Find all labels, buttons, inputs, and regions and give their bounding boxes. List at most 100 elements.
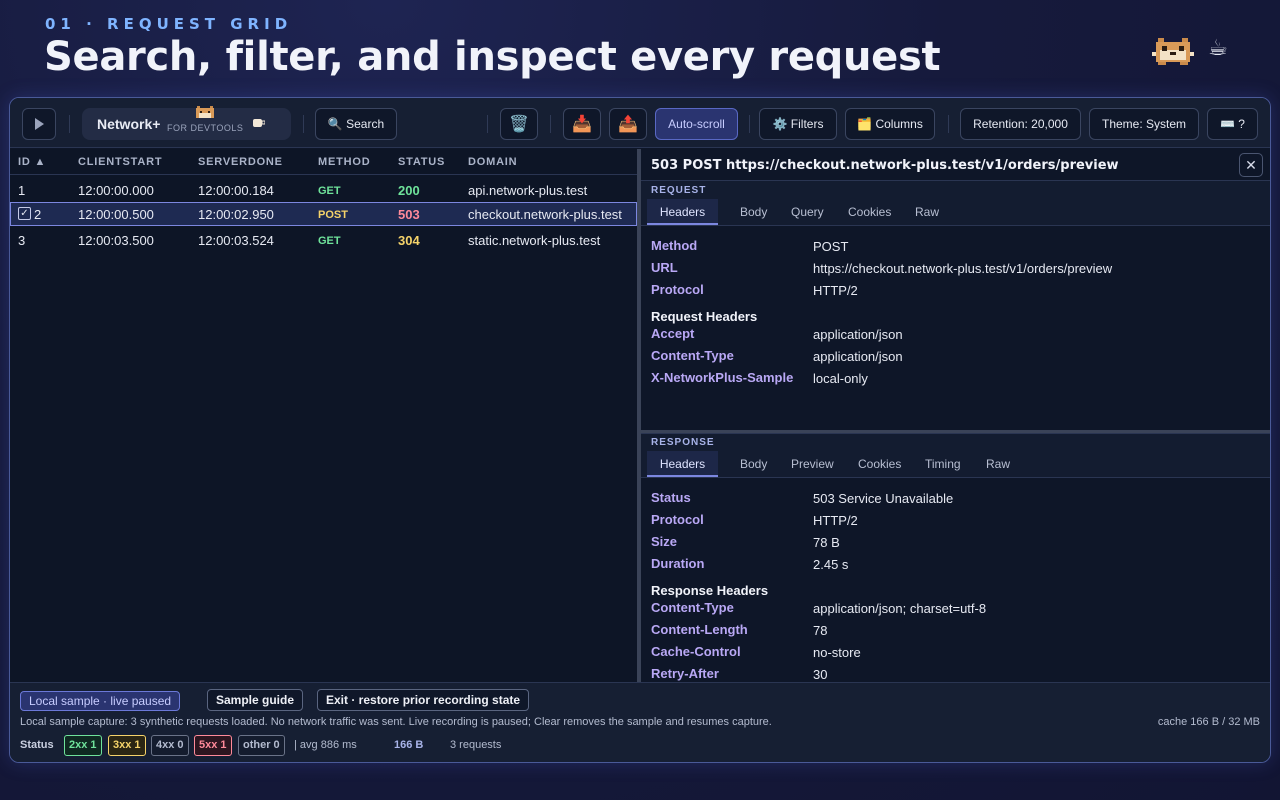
header-value: 30 — [813, 667, 828, 682]
cell-status: 503 — [398, 207, 420, 222]
cat-mascot-icon — [1152, 38, 1194, 65]
status-label: Status — [20, 739, 54, 751]
brand-name: Network+ — [97, 116, 161, 132]
retention-button[interactable]: Retention: 20,000 — [960, 108, 1081, 140]
request-count: 3 requests — [450, 739, 502, 751]
column-header-clientstart[interactable]: CLIENTSTART — [78, 156, 162, 168]
grid-header: ID ▲ CLIENTSTART SERVERDONE METHOD STATU… — [10, 149, 637, 175]
column-header-method[interactable]: METHOD — [318, 156, 370, 168]
header-key: X-NetworkPlus-Sample — [651, 370, 794, 385]
tab-response-timing[interactable]: Timing — [925, 451, 961, 477]
cell-status: 200 — [398, 183, 420, 198]
field-key: Size — [651, 534, 678, 549]
tab-request-raw[interactable]: Raw — [915, 199, 939, 225]
tab-request-headers[interactable]: Headers — [647, 199, 718, 225]
cell-serverdone: 12:00:00.184 — [198, 183, 274, 198]
field-value: HTTP/2 — [813, 513, 858, 528]
cup-icon — [253, 119, 265, 127]
detail-panel: 503 POST https://checkout.network-plus.t… — [641, 149, 1270, 682]
export-button[interactable]: 📤 — [609, 108, 647, 140]
table-row[interactable]: 1 12:00:00.000 12:00:00.184 GET 200 api.… — [10, 178, 637, 202]
status-chip-5xx[interactable]: 5xx 1 — [194, 735, 232, 756]
field-value: 503 Service Unavailable — [813, 491, 954, 506]
status-chip-2xx[interactable]: 2xx 1 — [64, 735, 102, 756]
cell-clientstart: 12:00:03.500 — [78, 233, 154, 248]
status-chip-3xx[interactable]: 3xx 1 — [108, 735, 146, 756]
toolbar-divider — [948, 115, 949, 133]
search-button[interactable]: 🔍 Search — [315, 108, 397, 140]
tab-request-body[interactable]: Body — [740, 199, 767, 225]
header-key: Content-Length — [651, 622, 748, 637]
cell-domain: static.network-plus.test — [468, 233, 601, 248]
theme-button[interactable]: Theme: System — [1089, 108, 1199, 140]
cell-serverdone: 12:00:03.524 — [198, 233, 274, 248]
status-footer: Local sample · live paused Sample guide … — [10, 682, 1270, 762]
header-value: application/json; charset=utf-8 — [813, 601, 987, 616]
hero-title: Search, filter, and inspect every reques… — [44, 34, 941, 80]
cell-clientstart: 12:00:00.000 — [78, 183, 154, 198]
cell-method: GET — [318, 235, 341, 247]
cell-id: 1 — [18, 183, 26, 198]
app-window: Network+ FOR DEVTOOLS 🔍 Search 🗑️ 📥 📤 Au… — [9, 97, 1271, 763]
response-label: RESPONSE — [651, 437, 715, 448]
column-header-serverdone[interactable]: SERVERDONE — [198, 156, 283, 168]
header-value: application/json — [813, 349, 903, 364]
header-value: no-store — [813, 645, 861, 660]
header-value: 78 — [813, 623, 828, 638]
filters-button[interactable]: ⚙️ Filters — [759, 108, 837, 140]
tab-response-headers[interactable]: Headers — [647, 451, 718, 477]
autoscroll-toggle[interactable]: Auto-scroll — [655, 108, 738, 140]
column-header-id[interactable]: ID ▲ — [18, 156, 46, 168]
close-button[interactable]: ✕ — [1239, 153, 1263, 177]
play-icon — [35, 118, 44, 130]
status-chip-other[interactable]: other 0 — [238, 735, 285, 756]
import-button[interactable]: 📥 — [563, 108, 601, 140]
table-row[interactable]: 3 12:00:03.500 12:00:03.524 GET 304 stat… — [10, 228, 637, 252]
field-value: HTTP/2 — [813, 283, 858, 298]
cell-id: 2 — [34, 207, 42, 222]
field-key: Protocol — [651, 282, 704, 297]
cell-method: GET — [318, 185, 341, 197]
field-key: Status — [651, 490, 691, 505]
column-header-status[interactable]: STATUS — [398, 156, 445, 168]
toolbar-divider — [487, 115, 488, 133]
detail-title: 503 POST https://checkout.network-plus.t… — [651, 158, 1119, 173]
field-key: Method — [651, 238, 698, 253]
field-value: 78 B — [813, 535, 840, 550]
tab-response-cookies[interactable]: Cookies — [858, 451, 901, 477]
cell-serverdone: 12:00:02.950 — [198, 207, 274, 222]
row-checkbox[interactable]: ✓ — [18, 207, 31, 220]
cell-status: 304 — [398, 233, 420, 248]
header-key: Retry-After — [651, 666, 719, 681]
header-value: application/json — [813, 327, 903, 342]
tab-request-cookies[interactable]: Cookies — [848, 199, 891, 225]
header-key: Accept — [651, 326, 695, 341]
clear-button[interactable]: 🗑️ — [500, 108, 538, 140]
sample-guide-button[interactable]: Sample guide — [207, 689, 304, 711]
toolbar-divider — [749, 115, 750, 133]
cell-domain: api.network-plus.test — [468, 183, 588, 198]
play-button[interactable] — [22, 108, 56, 140]
exit-sample-button[interactable]: Exit · restore prior recording state — [317, 689, 530, 711]
tab-response-raw[interactable]: Raw — [986, 451, 1010, 477]
header-key: Content-Type — [651, 348, 734, 363]
status-chip-4xx[interactable]: 4xx 0 — [151, 735, 189, 756]
average-duration: | avg 886 ms — [294, 739, 357, 751]
cell-method: POST — [318, 209, 348, 221]
tab-request-query[interactable]: Query — [791, 199, 824, 225]
request-grid: ID ▲ CLIENTSTART SERVERDONE METHOD STATU… — [10, 149, 637, 682]
columns-button[interactable]: 🗂️ Columns — [845, 108, 935, 140]
cat-icon — [196, 106, 214, 118]
response-section-header: RESPONSE — [641, 433, 1270, 452]
cache-usage: cache 166 B / 32 MB — [1157, 716, 1260, 728]
table-row-selected[interactable]: ✓ 2 12:00:00.500 12:00:02.950 POST 503 c… — [10, 202, 637, 226]
shortcuts-button[interactable]: ⌨️ ? — [1207, 108, 1258, 140]
field-value: https://checkout.network-plus.test/v1/or… — [813, 261, 1113, 276]
request-tabs: Headers Body Query Cookies Raw — [641, 199, 1270, 226]
cell-domain: checkout.network-plus.test — [468, 207, 622, 222]
column-header-domain[interactable]: DOMAIN — [468, 156, 517, 168]
live-paused-badge: Local sample · live paused — [20, 691, 181, 711]
tab-response-body[interactable]: Body — [740, 451, 767, 477]
sample-message: Local sample capture: 3 synthetic reques… — [20, 716, 772, 728]
tab-response-preview[interactable]: Preview — [791, 451, 834, 477]
